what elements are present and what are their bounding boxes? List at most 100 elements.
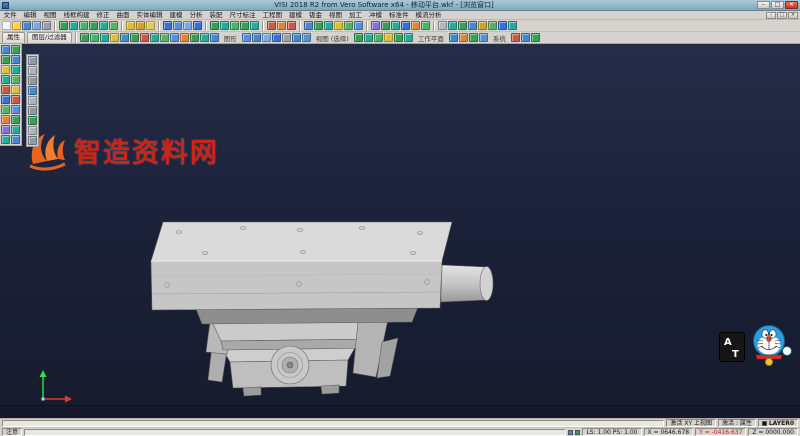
- toolbar-icon[interactable]: [11, 65, 20, 74]
- toolbar-icon[interactable]: [468, 21, 477, 30]
- toolbar-icon[interactable]: [438, 21, 447, 30]
- toolbar-icon[interactable]: [2, 21, 11, 30]
- toolbar-icon[interactable]: [374, 33, 383, 42]
- toolbar-icon[interactable]: [277, 21, 286, 30]
- toolbar-icon[interactable]: [354, 33, 363, 42]
- toolbar-icon[interactable]: [180, 33, 189, 42]
- toolbar-icon[interactable]: [146, 21, 155, 30]
- toolbar-icon[interactable]: [28, 116, 37, 125]
- menu-item[interactable]: 建模: [166, 11, 186, 20]
- tab-properties[interactable]: 属性: [2, 32, 25, 43]
- toolbar-icon[interactable]: [126, 21, 135, 30]
- toolbar-icon[interactable]: [302, 33, 311, 42]
- menu-item[interactable]: 曲面: [113, 11, 133, 20]
- toolbar-icon[interactable]: [262, 33, 271, 42]
- toolbar-icon[interactable]: [478, 21, 487, 30]
- toolbar-icon[interactable]: [498, 21, 507, 30]
- cad-model[interactable]: [0, 44, 800, 418]
- toolbar-icon[interactable]: [32, 21, 41, 30]
- menu-item[interactable]: 冲模: [366, 11, 386, 20]
- toolbar-icon[interactable]: [411, 21, 420, 30]
- toolbar-icon[interactable]: [11, 85, 20, 94]
- menu-item[interactable]: 标准件: [386, 11, 413, 20]
- toolbar-icon[interactable]: [252, 33, 261, 42]
- toolbar-icon[interactable]: [488, 21, 497, 30]
- toolbar-icon[interactable]: [28, 76, 37, 85]
- child-minimize-button[interactable]: –: [766, 12, 776, 19]
- menu-item[interactable]: 工程图: [259, 11, 286, 20]
- toolbar-icon[interactable]: [354, 21, 363, 30]
- tab-layer-filter[interactable]: 图层/过滤器: [27, 32, 72, 43]
- menu-item[interactable]: 分析: [186, 11, 206, 20]
- toolbar-icon[interactable]: [90, 33, 99, 42]
- toolbar-icon[interactable]: [1, 75, 10, 84]
- toolbar-icon[interactable]: [314, 21, 323, 30]
- toolbar-icon[interactable]: [89, 21, 98, 30]
- toolbar-icon[interactable]: [292, 33, 301, 42]
- toolbar-icon[interactable]: [11, 95, 20, 104]
- toolbar-icon[interactable]: [469, 33, 478, 42]
- toolbar-icon[interactable]: [11, 105, 20, 114]
- toolbar-icon[interactable]: [458, 21, 467, 30]
- toolbar-icon[interactable]: [11, 125, 20, 134]
- toolbar-icon[interactable]: [28, 56, 37, 65]
- toolbar-icon[interactable]: [200, 33, 209, 42]
- toolbar-icon[interactable]: [1, 115, 10, 124]
- toolbar-icon[interactable]: [521, 33, 530, 42]
- toolbar-icon[interactable]: [183, 21, 192, 30]
- toolbar-icon[interactable]: [1, 55, 10, 64]
- toolbar-icon[interactable]: [163, 21, 172, 30]
- toolbar-icon[interactable]: [250, 21, 259, 30]
- toolbar-icon[interactable]: [381, 21, 390, 30]
- toolbar-icon[interactable]: [59, 21, 68, 30]
- menu-item[interactable]: 修正: [93, 11, 113, 20]
- toolbar-icon[interactable]: [109, 21, 118, 30]
- toolbar-icon[interactable]: [28, 106, 37, 115]
- toolbar-icon[interactable]: [28, 66, 37, 75]
- menu-item[interactable]: 线框构建: [60, 11, 93, 20]
- toolbar-icon[interactable]: [80, 33, 89, 42]
- menu-item[interactable]: 钣金: [306, 11, 326, 20]
- toolbar-icon[interactable]: [136, 21, 145, 30]
- toolbar-icon[interactable]: [210, 21, 219, 30]
- toolbar-icon[interactable]: [449, 33, 458, 42]
- toolbar-icon[interactable]: [42, 21, 51, 30]
- toolbar-icon[interactable]: [1, 105, 10, 114]
- status-layer[interactable]: LAYER0: [758, 419, 798, 427]
- toolbar-icon[interactable]: [344, 21, 353, 30]
- toolbar-icon[interactable]: [150, 33, 159, 42]
- toolbar-icon[interactable]: [394, 33, 403, 42]
- menu-item[interactable]: 尺寸标注: [226, 11, 259, 20]
- toolbar-icon[interactable]: [324, 21, 333, 30]
- child-close-button[interactable]: ✕: [788, 12, 798, 19]
- toolbar-icon[interactable]: [11, 135, 20, 144]
- toolbar-icon[interactable]: [391, 21, 400, 30]
- child-restore-button[interactable]: □: [777, 12, 787, 19]
- toolbar-icon[interactable]: [511, 33, 520, 42]
- toolbar-icon[interactable]: [282, 33, 291, 42]
- minimize-button[interactable]: –: [757, 1, 770, 9]
- viewport-3d[interactable]: 智造资料网 A T: [0, 44, 800, 418]
- menu-item[interactable]: 实体编辑: [133, 11, 166, 20]
- menu-item[interactable]: 视图: [40, 11, 60, 20]
- menu-item[interactable]: 文件: [0, 11, 20, 20]
- toolbar-icon[interactable]: [240, 21, 249, 30]
- toolbar-icon[interactable]: [28, 126, 37, 135]
- toolbar-icon[interactable]: [242, 33, 251, 42]
- toolbar-icon[interactable]: [22, 21, 31, 30]
- toolbar-icon[interactable]: [69, 21, 78, 30]
- toolbar-icon[interactable]: [160, 33, 169, 42]
- status-active-view[interactable]: 激活 XY 上视图: [666, 419, 716, 427]
- menu-item[interactable]: 加工: [346, 11, 366, 20]
- model-geometry[interactable]: [151, 222, 493, 396]
- toolbar-icon[interactable]: [1, 135, 10, 144]
- toolbar-icon[interactable]: [508, 21, 517, 30]
- toolbar-icon[interactable]: [140, 33, 149, 42]
- toolbar-icon[interactable]: [120, 33, 129, 42]
- close-button[interactable]: ✕: [785, 1, 798, 9]
- toolbar-icon[interactable]: [448, 21, 457, 30]
- toolbar-icon[interactable]: [99, 21, 108, 30]
- toolbar-icon[interactable]: [28, 86, 37, 95]
- toolbar-icon[interactable]: [230, 21, 239, 30]
- toolbar-icon[interactable]: [11, 55, 20, 64]
